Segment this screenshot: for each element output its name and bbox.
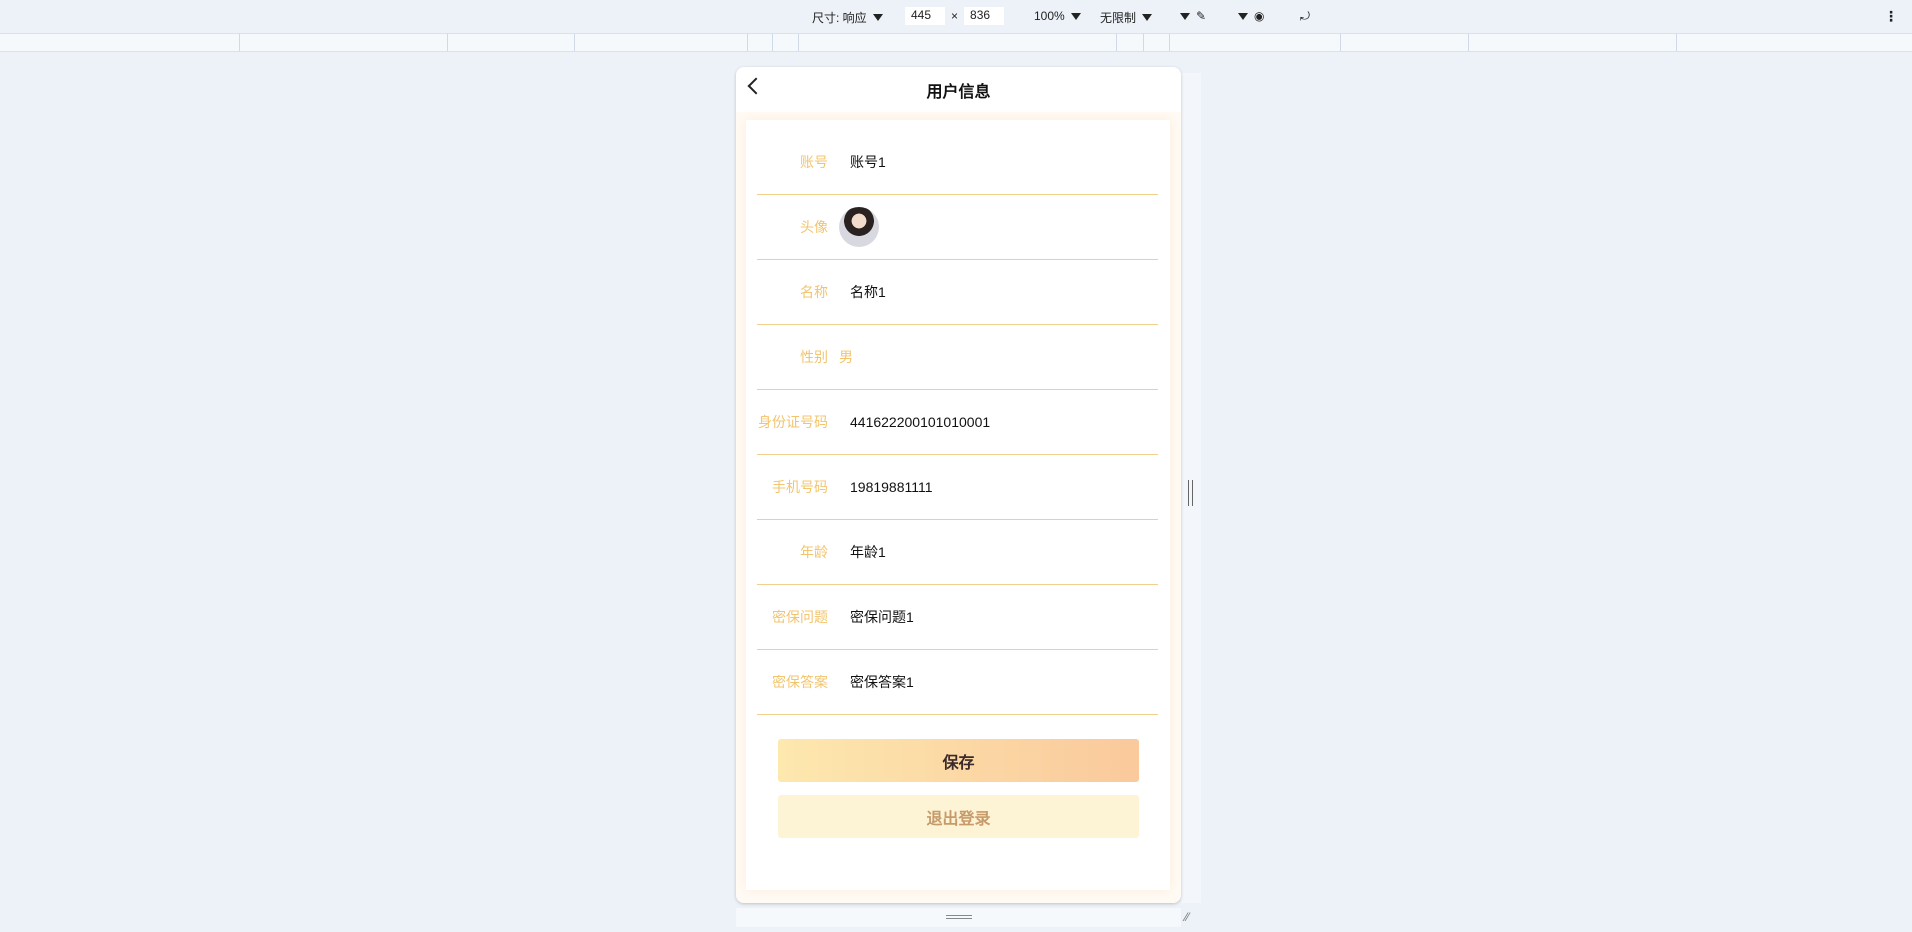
user-form: 账号 账号1 头像 名称 名称1 性别男 身份证号码 4416222001010100… [746, 120, 1170, 890]
throttle-label: 无限制 [1100, 11, 1137, 25]
chevron-down-icon [1070, 12, 1081, 20]
eyedropper-button[interactable]: ✎ [1180, 9, 1206, 23]
field-label: 年龄 [800, 544, 828, 560]
field-security-question[interactable]: 密保问题 密保问题1 [757, 585, 1158, 650]
rotate-icon: ⤾ [1300, 9, 1310, 23]
width-input[interactable]: 445 [905, 7, 945, 25]
field-name[interactable]: 名称 名称1 [757, 260, 1158, 325]
media-query-ruler[interactable] [0, 33, 1912, 52]
size-dropdown[interactable]: 尺寸: 响应 [812, 9, 883, 26]
devtools-toolbar: 尺寸: 响应 445 × 836 100% 无限制 ✎ ◉ ⤾ ⋮ [0, 0, 1912, 32]
height-input[interactable]: 836 [964, 7, 1005, 25]
field-label: 名称 [800, 284, 828, 300]
back-icon[interactable] [747, 77, 765, 95]
id-number-input[interactable]: 441622200101010001 [850, 414, 990, 430]
gender-select[interactable]: 男 [839, 347, 853, 367]
logout-button[interactable]: 退出登录 [778, 795, 1139, 838]
account-input[interactable]: 账号1 [850, 152, 886, 172]
times-label: × [951, 9, 959, 23]
field-label: 手机号码 [772, 479, 828, 495]
security-answer-input[interactable]: 密保答案1 [850, 672, 914, 692]
resize-handle-bottom[interactable] [736, 908, 1181, 927]
page-title: 用户信息 [926, 83, 991, 101]
phone-input[interactable]: 19819881111 [850, 479, 933, 495]
field-avatar[interactable]: 头像 [757, 195, 1158, 260]
chevron-down-icon [1142, 14, 1153, 21]
field-label: 密保答案 [772, 674, 828, 690]
throttle-dropdown[interactable]: 无限制 [1100, 9, 1153, 26]
field-gender[interactable]: 性别男 [757, 325, 1158, 390]
field-label: 身份证号码 [758, 414, 828, 430]
field-phone[interactable]: 手机号码 19819881111 [757, 455, 1158, 520]
zoom-label: 100% [1034, 9, 1065, 23]
chevron-down-icon [1238, 12, 1248, 20]
rotate-button[interactable]: ⤾ [1300, 9, 1310, 24]
grip-icon [946, 915, 972, 919]
zoom-dropdown[interactable]: 100% [1034, 9, 1081, 23]
security-question-input[interactable]: 密保问题1 [850, 607, 914, 627]
field-label: 密保问题 [772, 609, 828, 625]
field-age[interactable]: 年龄 年龄1 [757, 520, 1158, 585]
eyedropper-icon: ✎ [1196, 9, 1207, 23]
resize-corner-icon[interactable]: ⁄⁄ [1185, 910, 1189, 924]
chevron-down-icon [872, 14, 883, 21]
field-id-number[interactable]: 身份证号码 441622200101010001 [757, 390, 1158, 455]
header: 用户信息 [736, 67, 1181, 112]
eye-icon: ◉ [1254, 9, 1265, 23]
field-security-answer[interactable]: 密保答案 密保答案1 [757, 650, 1158, 715]
field-label: 头像 [800, 219, 828, 235]
field-account[interactable]: 账号 账号1 [757, 130, 1158, 195]
size-label: 尺寸: 响应 [812, 11, 867, 25]
age-input[interactable]: 年龄1 [850, 542, 886, 562]
field-label: 账号 [800, 154, 828, 170]
device-viewport: 用户信息 账号 账号1 头像 名称 名称1 性别男 身份证号码 44162220010… [736, 67, 1181, 903]
field-label: 性别 [800, 349, 828, 365]
vision-button[interactable]: ◉ [1238, 9, 1264, 23]
avatar[interactable] [839, 207, 879, 247]
resize-handle-right[interactable] [1188, 480, 1193, 506]
save-button[interactable]: 保存 [778, 739, 1139, 782]
name-input[interactable]: 名称1 [850, 282, 886, 302]
more-icon[interactable]: ⋮ [1884, 8, 1898, 25]
chevron-down-icon [1180, 12, 1190, 20]
content: 账号 账号1 头像 名称 名称1 性别男 身份证号码 4416222001010100… [736, 112, 1181, 903]
